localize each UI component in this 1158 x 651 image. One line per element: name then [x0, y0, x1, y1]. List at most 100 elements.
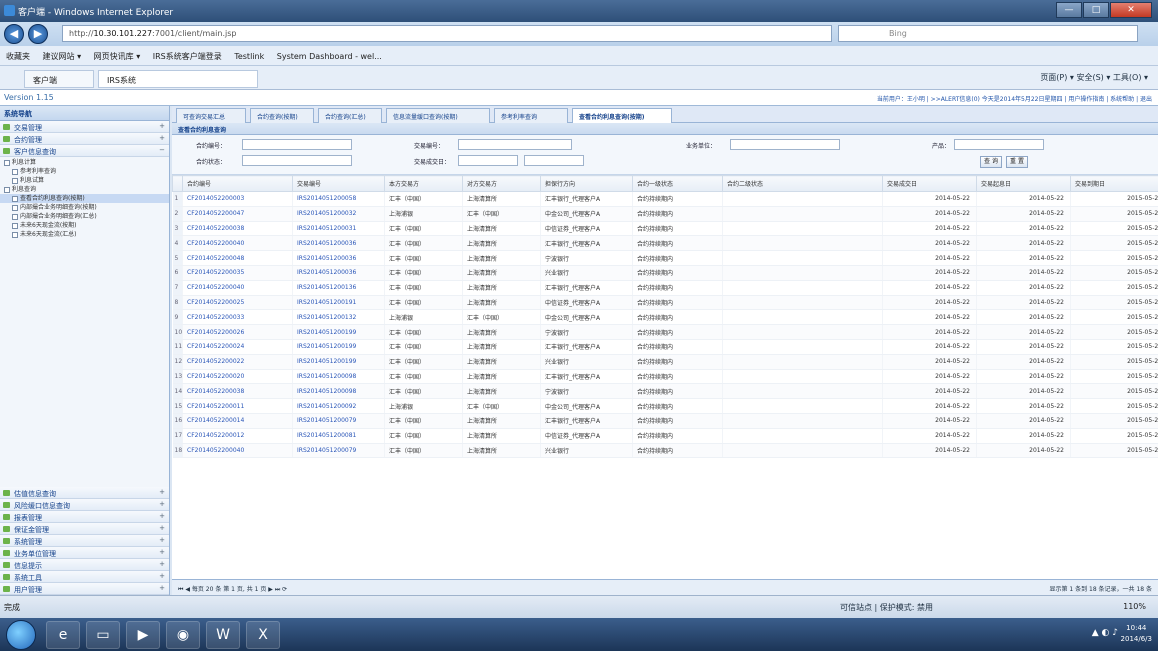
table-cell-link[interactable]: IRS2014051200036 [292, 250, 385, 266]
maximize-button[interactable]: □ [1083, 2, 1109, 18]
table-cell-link[interactable]: CF2014052200022 [182, 354, 293, 370]
url-input[interactable]: http://10.30.101.227:7001/client/main.js… [62, 25, 832, 42]
tree-item[interactable]: 利息试算 [0, 176, 169, 185]
table-cell-link[interactable]: CF2014052200040 [182, 280, 293, 296]
sidebar-item[interactable]: 用户管理 + [0, 583, 169, 595]
contract-no-input[interactable] [242, 139, 352, 150]
table-cell-link[interactable]: CF2014052200035 [182, 265, 293, 281]
table-cell-link[interactable]: CF2014052200024 [182, 339, 293, 355]
expand-icon[interactable]: + [159, 500, 165, 508]
column-header[interactable]: 本方交易方 [384, 175, 463, 192]
reset-button[interactable]: 重 置 [1006, 156, 1028, 168]
table-row[interactable]: 6 CF2014052200035 IRS2014051200036 汇丰（中国） 上海… [172, 265, 1158, 281]
table-cell-link[interactable]: CF2014052200012 [182, 428, 293, 444]
expand-icon[interactable]: + [159, 584, 165, 592]
sidebar-item[interactable]: 系统管理 + [0, 535, 169, 547]
table-cell-link[interactable]: IRS2014051200098 [292, 383, 385, 400]
table-cell-link[interactable]: IRS2014051200191 [292, 295, 385, 311]
table-cell-link[interactable]: IRS2014051200098 [292, 369, 385, 385]
tree-item[interactable]: 内部撮合业务明细查询(按期) [0, 203, 169, 212]
favorite-link[interactable]: 网页快讯库 ▾ [94, 52, 141, 61]
table-cell-link[interactable]: IRS2014051200199 [292, 339, 385, 355]
sidebar-item[interactable]: 信息提示 + [0, 559, 169, 571]
table-cell-link[interactable]: IRS2014051200136 [292, 280, 385, 296]
table-cell-link[interactable]: CF2014052200014 [182, 413, 293, 429]
expand-icon[interactable]: + [159, 536, 165, 544]
content-tab[interactable]: 信息流量缓口查询(按期) [386, 108, 490, 123]
favorites-button[interactable]: 收藏夹 [6, 52, 30, 61]
table-row[interactable]: 1 CF2014052200003 IRS2014051200058 汇丰（中国） 上海… [172, 191, 1158, 207]
expand-icon[interactable]: + [159, 512, 165, 520]
expand-icon[interactable]: + [159, 548, 165, 556]
expand-icon[interactable]: + [159, 560, 165, 568]
date-from-input[interactable] [458, 155, 518, 166]
table-row[interactable]: 3 CF2014052200038 IRS2014051200031 汇丰（中国） 上海… [172, 221, 1158, 237]
expand-icon[interactable]: + [159, 524, 165, 532]
tree-item[interactable]: 未来6天现金流(按期) [0, 221, 169, 230]
table-row[interactable]: 16 CF2014052200014 IRS2014051200079 汇丰（中国）上… [172, 413, 1158, 429]
system-tray[interactable]: ▲ ◐ ♪ [1092, 628, 1118, 638]
sidebar-item[interactable]: 估值信息查询 + [0, 487, 169, 499]
collapse-icon[interactable]: − [159, 146, 165, 154]
next-page-icon[interactable]: ▶ [268, 586, 273, 593]
excel-taskbar-icon[interactable]: X [246, 621, 280, 649]
column-header[interactable]: 交易编号 [292, 175, 385, 192]
table-cell-link[interactable]: IRS2014051200079 [292, 443, 385, 459]
favorite-link[interactable]: IRS系统客户端登录 [153, 52, 222, 61]
table-cell-link[interactable]: IRS2014051200092 [292, 398, 385, 414]
player-taskbar-icon[interactable]: ◉ [166, 621, 200, 649]
column-header[interactable]: 合约编号 [182, 175, 293, 192]
folder-taskbar-icon[interactable]: ▭ [86, 621, 120, 649]
media-taskbar-icon[interactable]: ▶ [126, 621, 160, 649]
sidebar-item[interactable]: 报表管理 + [0, 511, 169, 523]
table-row[interactable]: 10 CF2014052200026 IRS2014051200199 汇丰（中国）上… [172, 324, 1158, 340]
welcome-links[interactable]: 当前用户：王小明 | >>ALERT信息(0) 今天是2014年5月22日星期四… [877, 94, 1152, 103]
table-row[interactable]: 12 CF2014052200022 IRS2014051200199 汇丰（中国）上… [172, 354, 1158, 370]
table-row[interactable]: 7 CF2014052200040 IRS2014051200136 汇丰（中国） 上海… [172, 280, 1158, 296]
table-cell-link[interactable]: IRS2014051200199 [292, 354, 385, 370]
company-select[interactable] [730, 139, 840, 150]
content-tab[interactable]: 合约查询(汇总) [318, 108, 382, 123]
table-cell-link[interactable]: CF2014052200048 [182, 250, 293, 266]
sidebar-item[interactable]: 合约管理 + [0, 133, 169, 145]
table-cell-link[interactable]: CF2014052200038 [182, 383, 293, 400]
table-cell-link[interactable]: CF2014052200040 [182, 235, 293, 252]
table-cell-link[interactable]: IRS2014051200081 [292, 428, 385, 444]
table-cell-link[interactable]: IRS2014051200132 [292, 309, 385, 326]
tree-folder[interactable]: 利息查询 [0, 185, 169, 194]
column-header[interactable]: 合约二级状态 [722, 175, 883, 192]
column-header[interactable]: 担保行方向 [540, 175, 633, 192]
table-row[interactable]: 4 CF2014052200040 IRS2014051200036 汇丰（中国） 上海… [172, 235, 1158, 252]
sidebar-item[interactable]: 保证金管理 + [0, 523, 169, 535]
content-tab[interactable]: 可查询交易汇总 [176, 108, 246, 123]
status-select[interactable] [242, 155, 352, 166]
table-row[interactable]: 13 CF2014052200020 IRS2014051200098 汇丰（中国）上… [172, 369, 1158, 385]
expand-icon[interactable]: + [159, 122, 165, 130]
table-row[interactable]: 14 CF2014052200038 IRS2014051200098 汇丰（中国）上… [172, 383, 1158, 400]
favorite-link[interactable]: Testlink [234, 52, 264, 61]
tree-item[interactable]: 未来6天现金流(汇总) [0, 230, 169, 239]
word-taskbar-icon[interactable]: W [206, 621, 240, 649]
sidebar-item[interactable]: 客户信息查询 − [0, 145, 169, 157]
tree-item-selected[interactable]: 查看合约利息查询(按期) [0, 194, 169, 203]
start-button[interactable] [6, 620, 36, 650]
forward-arrow-icon[interactable]: ▶ [28, 24, 48, 44]
tree-item[interactable]: 内部撮合业务明细查询(汇总) [0, 212, 169, 221]
ie-taskbar-icon[interactable]: e [46, 621, 80, 649]
table-cell-link[interactable]: IRS2014051200031 [292, 221, 385, 237]
table-cell-link[interactable]: CF2014052200026 [182, 324, 293, 340]
content-tab[interactable]: 参考利率查询 [494, 108, 568, 123]
table-cell-link[interactable]: CF2014052200047 [182, 206, 293, 222]
table-row[interactable]: 17 CF2014052200012 IRS2014051200081 汇丰（中国）上… [172, 428, 1158, 444]
search-input[interactable]: Bing [838, 25, 1138, 42]
table-row[interactable]: 8 CF2014052200025 IRS2014051200191 汇丰（中国） 上海… [172, 295, 1158, 311]
product-select[interactable] [954, 139, 1044, 150]
favorite-link[interactable]: System Dashboard - wel... [277, 52, 382, 61]
content-tab[interactable]: 合约查询(按期) [250, 108, 314, 123]
table-row[interactable]: 9 CF2014052200033 IRS2014051200132 上海浦银 汇丰（中… [172, 309, 1158, 326]
table-cell-link[interactable]: CF2014052200038 [182, 221, 293, 237]
sidebar-item[interactable]: 交易管理 + [0, 121, 169, 133]
table-cell-link[interactable]: CF2014052200011 [182, 398, 293, 414]
expand-icon[interactable]: + [159, 572, 165, 580]
back-arrow-icon[interactable]: ◀ [4, 24, 24, 44]
